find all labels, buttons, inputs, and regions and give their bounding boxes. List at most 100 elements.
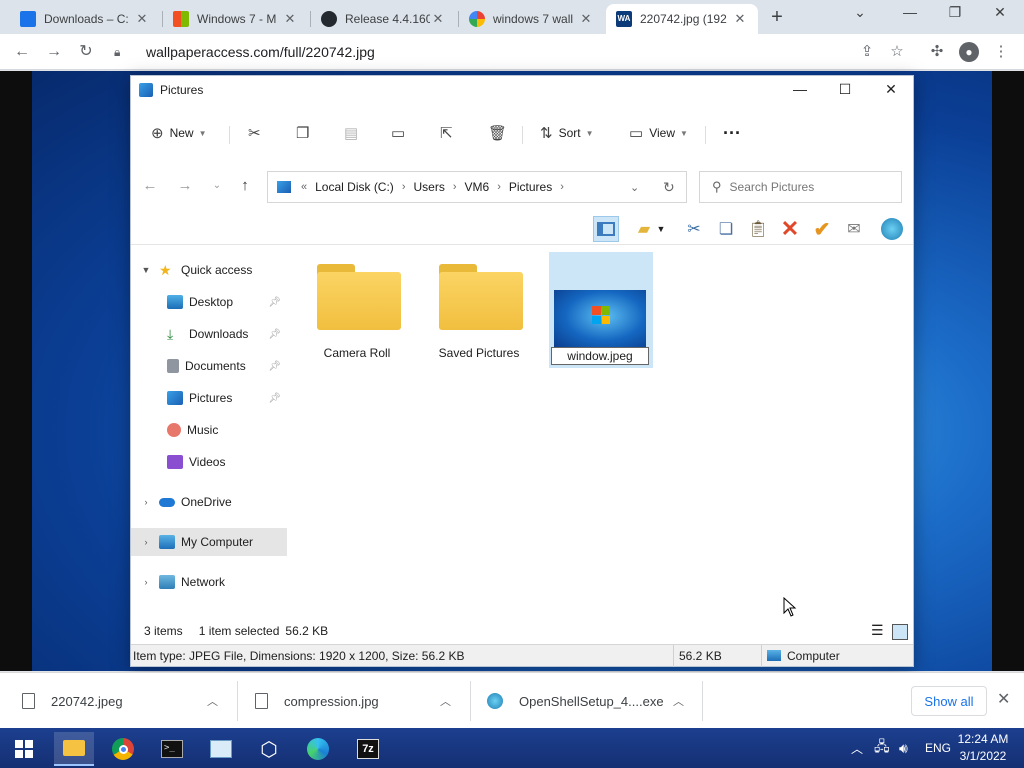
close-icon[interactable]: ✕ <box>282 11 298 27</box>
pin-icon[interactable]: 📌︎ <box>268 297 281 308</box>
chevron-right-icon[interactable]: › <box>497 181 501 193</box>
chevron-right-icon[interactable]: › <box>453 181 457 193</box>
minimize-button[interactable]: — <box>895 4 925 20</box>
close-icon[interactable]: ✕ <box>134 11 150 27</box>
rename-button[interactable]: ▭ <box>391 121 411 145</box>
start-button[interactable] <box>4 732 44 766</box>
rename-input[interactable]: window.jpeg <box>551 347 649 365</box>
folder-camera-roll[interactable]: Camera Roll <box>305 250 409 366</box>
chevron-up-icon[interactable]: ︿ <box>207 693 218 709</box>
network-tray-icon[interactable]: 🖧︎ <box>874 728 890 768</box>
tab-search-icon[interactable]: ⌄ <box>845 4 875 21</box>
show-hidden-icons-chevron-icon[interactable]: ︿ <box>851 728 863 768</box>
new-tab-button[interactable]: + <box>766 6 788 29</box>
clock[interactable]: 12:24 AM 3/1/2022 <box>948 731 1018 765</box>
download-item[interactable]: 220742.jpeg ︿ <box>22 673 232 729</box>
tab-image[interactable]: WA 220742.jpg (192 ✕ <box>606 4 758 34</box>
chevron-up-icon[interactable]: ︿ <box>673 693 684 709</box>
nav-quick-access[interactable]: ▼ ★ Quick access <box>139 256 295 284</box>
folder-saved-pictures[interactable]: Saved Pictures <box>427 250 531 366</box>
delete-button[interactable]: 🗑︎ <box>488 121 513 145</box>
close-downloads-bar-icon[interactable]: ✕ <box>997 689 1010 709</box>
copy-button[interactable]: ❏ <box>713 216 739 242</box>
breadcrumb[interactable]: « Local Disk (C:) › Users › VM6 › Pictur… <box>267 171 687 203</box>
pin-icon[interactable]: 📌︎ <box>268 393 281 404</box>
tab-windows7[interactable]: Windows 7 - M ✕ <box>163 4 308 34</box>
close-icon[interactable]: ✕ <box>732 11 748 27</box>
nav-music[interactable]: Music <box>167 416 287 444</box>
paste-button[interactable]: 📋︎ <box>745 216 771 242</box>
nav-onedrive[interactable]: › OneDrive <box>139 488 295 516</box>
options-chevron-icon[interactable]: ▼ <box>655 216 667 242</box>
email-button[interactable]: ✉ <box>841 216 867 242</box>
show-all-button[interactable]: Show all <box>911 686 987 716</box>
forward-button[interactable]: → <box>43 41 65 63</box>
nav-desktop[interactable]: Desktop 📌︎ <box>167 288 287 316</box>
close-window-button[interactable]: ✕ <box>985 4 1015 21</box>
back-button[interactable]: ← <box>11 41 33 63</box>
properties-button[interactable]: ✔ <box>809 216 835 242</box>
chevron-right-icon[interactable]: › <box>139 497 153 507</box>
download-item[interactable]: OpenShellSetup_4....exe ︿ <box>487 673 697 729</box>
nav-downloads[interactable]: ⤓ Downloads 📌︎ <box>167 320 287 348</box>
download-item[interactable]: compression.jpg ︿ <box>255 673 465 729</box>
reload-button[interactable]: ↻ <box>75 41 97 63</box>
refresh-icon[interactable]: ↻ <box>663 179 675 196</box>
nav-network[interactable]: › Network <box>139 568 295 596</box>
tab-google-search[interactable]: windows 7 wall ✕ <box>459 4 604 34</box>
taskbar-file-explorer[interactable] <box>54 732 94 766</box>
folder-options-button[interactable]: ▰ <box>631 216 657 242</box>
overflow-chevron-icon[interactable]: « <box>301 181 307 193</box>
breadcrumb-pictures[interactable]: Pictures <box>509 180 552 194</box>
profile-avatar-icon[interactable]: ● <box>959 42 979 62</box>
forward-button[interactable]: → <box>174 175 196 197</box>
bookmark-star-icon[interactable]: ☆ <box>887 42 907 62</box>
taskbar-3d-viewer[interactable]: ⬡ <box>249 732 289 766</box>
sort-button[interactable]: ⇅ Sort ▼ <box>540 121 594 145</box>
extensions-icon[interactable]: ✣ <box>927 42 947 62</box>
file-window-jpeg[interactable]: window.jpeg <box>549 252 653 368</box>
search-input[interactable]: ⚲ Search Pictures <box>699 171 902 203</box>
cut-button[interactable]: ✂ <box>248 121 267 145</box>
restore-button[interactable]: ❐ <box>940 4 970 21</box>
breadcrumb-vm6[interactable]: VM6 <box>465 180 490 194</box>
taskbar-7zip[interactable]: 7z <box>348 732 388 766</box>
pin-icon[interactable]: 📌︎ <box>268 329 281 340</box>
paste-button[interactable]: ▤ <box>344 121 364 145</box>
details-view-button[interactable]: ☰ <box>871 622 884 639</box>
close-icon[interactable]: ✕ <box>430 11 446 27</box>
open-shell-settings-button[interactable] <box>881 218 903 240</box>
chevron-right-icon[interactable]: › <box>139 577 153 587</box>
close-button[interactable]: ✕ <box>880 81 902 98</box>
share-button[interactable]: ⇱ <box>440 121 459 145</box>
back-button[interactable]: ← <box>139 175 161 197</box>
view-button[interactable]: ▭ View ▼ <box>629 121 688 145</box>
close-icon[interactable]: ✕ <box>578 11 594 27</box>
more-options-button[interactable]: ··· <box>723 121 741 145</box>
taskbar-edge[interactable] <box>298 732 338 766</box>
taskbar-task-manager[interactable] <box>201 732 241 766</box>
chevron-right-icon[interactable]: › <box>402 181 406 193</box>
delete-button[interactable]: ✕ <box>777 216 803 242</box>
breadcrumb-local-disk[interactable]: Local Disk (C:) <box>315 180 394 194</box>
chevron-right-icon[interactable]: › <box>139 537 153 547</box>
copy-button[interactable]: ❐ <box>296 121 315 145</box>
cut-button[interactable]: ✂ <box>681 216 707 242</box>
volume-icon[interactable]: 🔊︎ <box>899 728 908 768</box>
pin-icon[interactable]: 📌︎ <box>268 361 281 372</box>
new-button[interactable]: ⊕ New ▼ <box>151 121 207 145</box>
address-bar[interactable]: 🔒︎ wallpaperaccess.com/full/220742.jpg <box>108 39 916 65</box>
maximize-button[interactable]: ☐ <box>834 81 856 98</box>
recent-locations-chevron-icon[interactable]: ⌄ <box>206 175 228 197</box>
tab-downloads[interactable]: Downloads – C: ✕ <box>10 4 160 34</box>
chevron-down-icon[interactable]: ▼ <box>139 265 153 275</box>
breadcrumb-users[interactable]: Users <box>413 180 444 194</box>
menu-kebab-icon[interactable]: ⋮ <box>991 42 1011 62</box>
taskbar-chrome[interactable] <box>103 732 143 766</box>
taskbar-cmd[interactable]: >_ <box>152 732 192 766</box>
large-icons-view-button[interactable] <box>892 624 908 640</box>
share-icon[interactable]: ⇪ <box>857 42 877 62</box>
nav-documents[interactable]: Documents 📌︎ <box>167 352 287 380</box>
address-dropdown-chevron-icon[interactable]: ⌄ <box>630 181 639 194</box>
nav-videos[interactable]: Videos <box>167 448 287 476</box>
